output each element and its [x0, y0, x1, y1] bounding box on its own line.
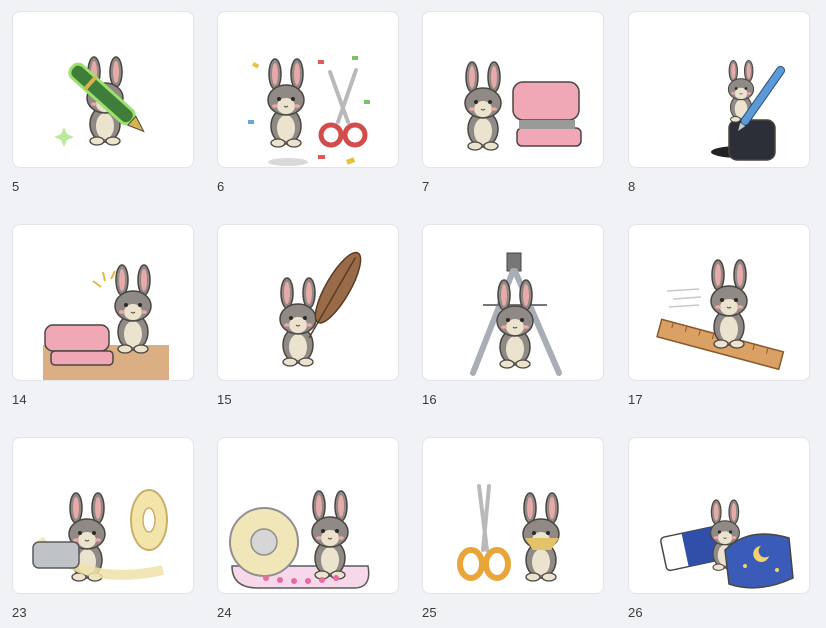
sticker-card[interactable] — [12, 437, 194, 594]
sticker-item-17[interactable]: 17 — [628, 224, 810, 407]
sticker-item-24[interactable]: 24 — [217, 437, 399, 620]
bunny-tape-dispenser-icon — [229, 490, 370, 589]
sticker-number: 14 — [12, 392, 27, 407]
sticker-number: 5 — [12, 179, 20, 194]
sticker-grid: 5 6 7 8 14 15 16 17 23 24 25 26 — [0, 0, 826, 628]
sticker-item-6[interactable]: 6 — [217, 11, 399, 194]
sticker-card[interactable] — [422, 11, 604, 168]
sticker-item-8[interactable]: 8 — [628, 11, 810, 194]
sticker-number: 7 — [422, 179, 430, 194]
sticker-card[interactable] — [628, 437, 810, 594]
sticker-number: 23 — [12, 605, 27, 620]
bunny-quill-icon — [279, 251, 362, 367]
sticker-number: 17 — [628, 392, 643, 407]
sticker-item-14[interactable]: 14 — [12, 224, 194, 407]
bunny-scissors-confetti-icon — [248, 56, 370, 166]
sticker-number: 16 — [422, 392, 437, 407]
sticker-number: 15 — [217, 392, 232, 407]
bunny-stapler-icon — [464, 61, 582, 151]
sticker-card[interactable] — [12, 11, 194, 168]
bunny-scissors-icon — [457, 484, 560, 582]
bunny-ruler-icon — [656, 259, 785, 371]
sticker-card[interactable] — [217, 224, 399, 381]
sticker-card[interactable] — [217, 11, 399, 168]
bunny-compass-icon — [470, 252, 562, 376]
sticker-card[interactable] — [12, 224, 194, 381]
bunny-fountain-pen-icon — [54, 56, 145, 147]
sticker-card[interactable] — [422, 437, 604, 594]
sticker-item-25[interactable]: 25 — [422, 437, 604, 620]
bunny-eraser-blanket-icon — [660, 499, 794, 589]
sticker-item-23[interactable]: 23 — [12, 437, 194, 620]
sticker-item-16[interactable]: 16 — [422, 224, 604, 407]
sticker-card[interactable] — [628, 224, 810, 381]
bunny-stapler-desk-icon — [43, 264, 169, 380]
sticker-item-7[interactable]: 7 — [422, 11, 604, 194]
sticker-item-5[interactable]: 5 — [12, 11, 194, 194]
bunny-tape-tangle-icon — [32, 489, 168, 582]
sticker-number: 6 — [217, 179, 225, 194]
sticker-number: 26 — [628, 605, 643, 620]
sticker-item-15[interactable]: 15 — [217, 224, 399, 407]
sticker-item-26[interactable]: 26 — [628, 437, 810, 620]
bunny-ink-bottle-icon — [711, 59, 786, 161]
sticker-card[interactable] — [628, 11, 810, 168]
sticker-card[interactable] — [422, 224, 604, 381]
sticker-number: 25 — [422, 605, 437, 620]
sticker-card[interactable] — [217, 437, 399, 594]
sticker-number: 8 — [628, 179, 636, 194]
sticker-number: 24 — [217, 605, 232, 620]
